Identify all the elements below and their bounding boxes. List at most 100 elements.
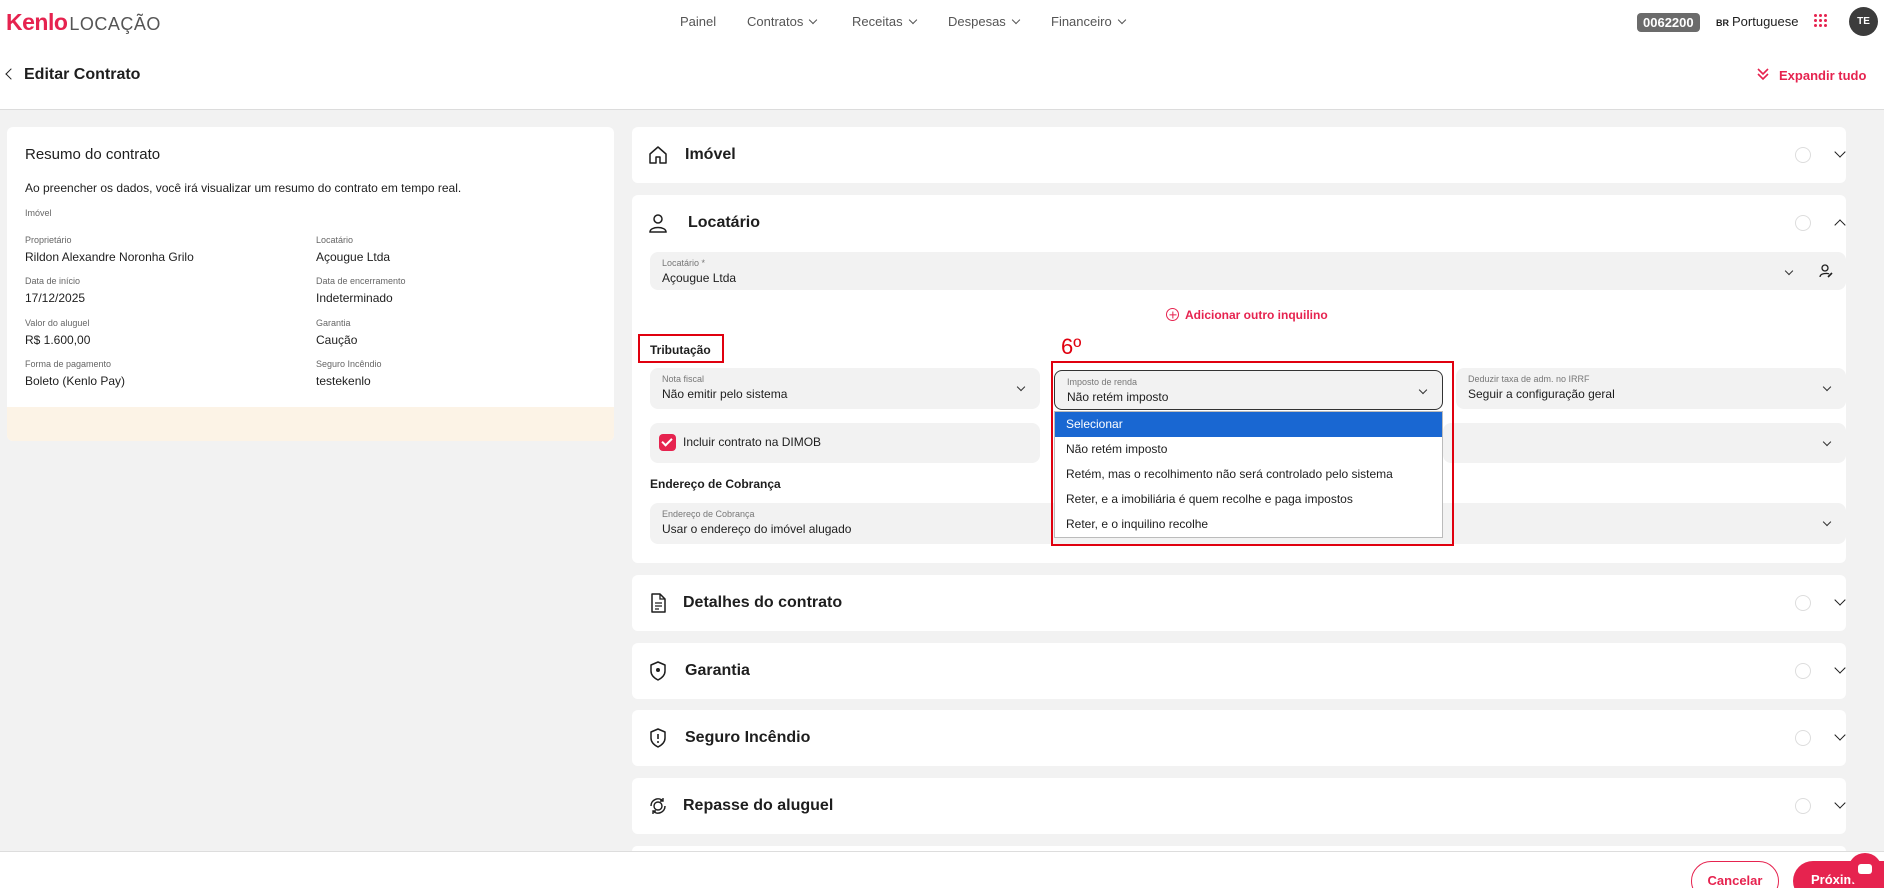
- start-date-value: 17/12/2025: [25, 291, 86, 305]
- chevron-down-icon: [1822, 517, 1832, 527]
- nav-item-financeiro[interactable]: Financeiro: [1051, 14, 1126, 29]
- deduct-fee-label: Deduzir taxa de adm. no IRRF: [1468, 374, 1590, 384]
- nav-item-contratos[interactable]: Contratos: [747, 14, 818, 29]
- status-circle-icon: [1795, 215, 1811, 231]
- summary-title: Resumo do contrato: [25, 146, 161, 163]
- nav-item-despesas[interactable]: Despesas: [948, 14, 1021, 29]
- section-seguro[interactable]: Seguro Incêndio: [632, 710, 1846, 766]
- billing-address-value: Usar o endereço do imóvel alugado: [662, 522, 852, 536]
- tenant-select[interactable]: Locatário * Açougue Ltda: [650, 252, 1846, 290]
- deduct-fee-value: Seguir a configuração geral: [1468, 387, 1615, 401]
- footer-action-bar: [0, 851, 1884, 888]
- owner-label: Proprietário: [25, 235, 72, 245]
- document-icon: [651, 593, 666, 613]
- guarantee-label: Garantia: [316, 318, 351, 328]
- edit-user-icon[interactable]: [1818, 263, 1834, 279]
- status-circle-icon: [1795, 798, 1811, 814]
- status-circle-icon: [1795, 663, 1811, 679]
- section-detalhes-title: Detalhes do contrato: [683, 594, 843, 611]
- start-date-label: Data de início: [25, 276, 81, 286]
- deduct-fee-select[interactable]: Deduzir taxa de adm. no IRRF Seguir a co…: [1456, 368, 1846, 409]
- nav-item-painel[interactable]: Painel: [680, 14, 716, 29]
- user-icon: [649, 214, 667, 233]
- insurance-value: testekenlo: [316, 374, 371, 388]
- chevron-down-icon[interactable]: [1834, 146, 1846, 158]
- invoice-label: Nota fiscal: [662, 374, 705, 384]
- section-seguro-title: Seguro Incêndio: [685, 729, 811, 746]
- section-repasse-title: Repasse do aluguel: [683, 797, 834, 814]
- tenant-select-value: Açougue Ltda: [662, 271, 737, 285]
- section-detalhes[interactable]: Detalhes do contrato: [632, 575, 1846, 631]
- chevron-down-icon: [1011, 15, 1021, 25]
- step-marker: 6º: [1061, 334, 1082, 359]
- chevron-down-icon[interactable]: [1834, 797, 1846, 809]
- chevron-down-icon: [1117, 15, 1126, 25]
- chevron-up-icon[interactable]: [1834, 219, 1846, 231]
- tenant-value: Açougue Ltda: [316, 250, 391, 264]
- taxation-title: Tributação: [650, 343, 711, 357]
- logo-product: LOCAÇÃO: [69, 14, 161, 34]
- chevron-down-icon: [1822, 382, 1832, 392]
- shield-alert-icon: [650, 728, 666, 748]
- dimob-label: Incluir contrato na DIMOB: [683, 435, 822, 449]
- logo-brand: Kenlo: [6, 9, 68, 35]
- status-circle-icon: [1795, 595, 1811, 611]
- end-date-label: Data de encerramento: [316, 276, 406, 286]
- page-title: Editar Contrato: [24, 66, 141, 83]
- section-garantia-title: Garantia: [685, 662, 750, 679]
- chevron-down-icon: [1016, 382, 1026, 392]
- invoice-select[interactable]: Nota fiscal Não emitir pelo sistema: [650, 368, 1040, 409]
- property-label: Imóvel: [25, 208, 52, 218]
- double-chevron-down-icon: [1757, 68, 1769, 81]
- nav-item-receitas[interactable]: Receitas: [852, 14, 917, 29]
- user-avatar[interactable]: TE: [1849, 7, 1878, 36]
- payment-value: Boleto (Kenlo Pay): [25, 374, 126, 388]
- cancel-button[interactable]: Cancelar: [1691, 861, 1779, 888]
- page-header: [0, 44, 1884, 110]
- end-date-value: Indeterminado: [316, 291, 393, 305]
- expand-all-button[interactable]: Expandir tudo: [1756, 68, 1866, 83]
- invoice-value: Não emitir pelo sistema: [662, 387, 788, 401]
- dimob-checkbox[interactable]: [659, 434, 676, 451]
- add-tenant-link[interactable]: Adicionar outro inquilino: [1166, 306, 1328, 322]
- transfer-cycle-icon: [650, 798, 666, 814]
- apps-grid-icon[interactable]: [1814, 14, 1828, 28]
- section-garantia[interactable]: Garantia: [632, 643, 1846, 699]
- chevron-down-icon[interactable]: [1834, 594, 1846, 606]
- shield-icon: [650, 661, 666, 681]
- status-circle-icon: [1795, 730, 1811, 746]
- section-repasse[interactable]: Repasse do aluguel: [632, 778, 1846, 834]
- annotation-box-income-tax: [1051, 361, 1454, 546]
- section-locatario-title: Locatário: [688, 214, 761, 231]
- payment-label: Forma de pagamento: [25, 359, 112, 369]
- chevron-down-icon: [1784, 266, 1794, 276]
- section-imovel[interactable]: Imóvel: [632, 127, 1846, 183]
- chevron-down-icon: [809, 15, 818, 25]
- account-code-badge: 0062200: [1637, 13, 1700, 32]
- chat-bubble-icon[interactable]: [1848, 853, 1882, 887]
- chevron-down-icon[interactable]: [1834, 662, 1846, 674]
- rent-value: R$ 1.600,00: [25, 333, 91, 347]
- tenant-label: Locatário: [316, 235, 354, 245]
- chevron-down-icon[interactable]: [1834, 729, 1846, 741]
- plus-circle-icon: [1166, 308, 1179, 321]
- chevron-down-icon: [1822, 437, 1832, 447]
- language-selector[interactable]: BR Portuguese: [1716, 14, 1799, 29]
- chevron-down-icon: [908, 15, 917, 25]
- rent-label: Valor do aluguel: [25, 318, 90, 328]
- status-circle-icon: [1795, 147, 1811, 163]
- billing-address-title: Endereço de Cobrança: [650, 477, 781, 491]
- house-icon: [649, 146, 667, 164]
- billing-address-label: Endereço de Cobrança: [662, 509, 755, 519]
- section-imovel-title: Imóvel: [685, 146, 736, 163]
- brazil-flag-icon: BR: [1716, 18, 1729, 28]
- contract-summary-card: Resumo do contrato Ao preencher os dados…: [7, 127, 614, 441]
- summary-description: Ao preencher os dados, você irá visualiz…: [25, 181, 462, 195]
- guarantee-value: Caução: [316, 333, 358, 347]
- tenant-select-label: Locatário *: [662, 258, 706, 268]
- owner-value: Rildon Alexandre Noronha Grilo: [25, 250, 194, 264]
- summary-footer: [7, 407, 614, 441]
- hidden-select-behind-dropdown[interactable]: [1443, 423, 1846, 463]
- kenlo-logo[interactable]: Kenlo LOCAÇÃO: [6, 10, 161, 36]
- top-navbar: Kenlo LOCAÇÃO Painel Contratos Receitas D…: [0, 0, 1884, 44]
